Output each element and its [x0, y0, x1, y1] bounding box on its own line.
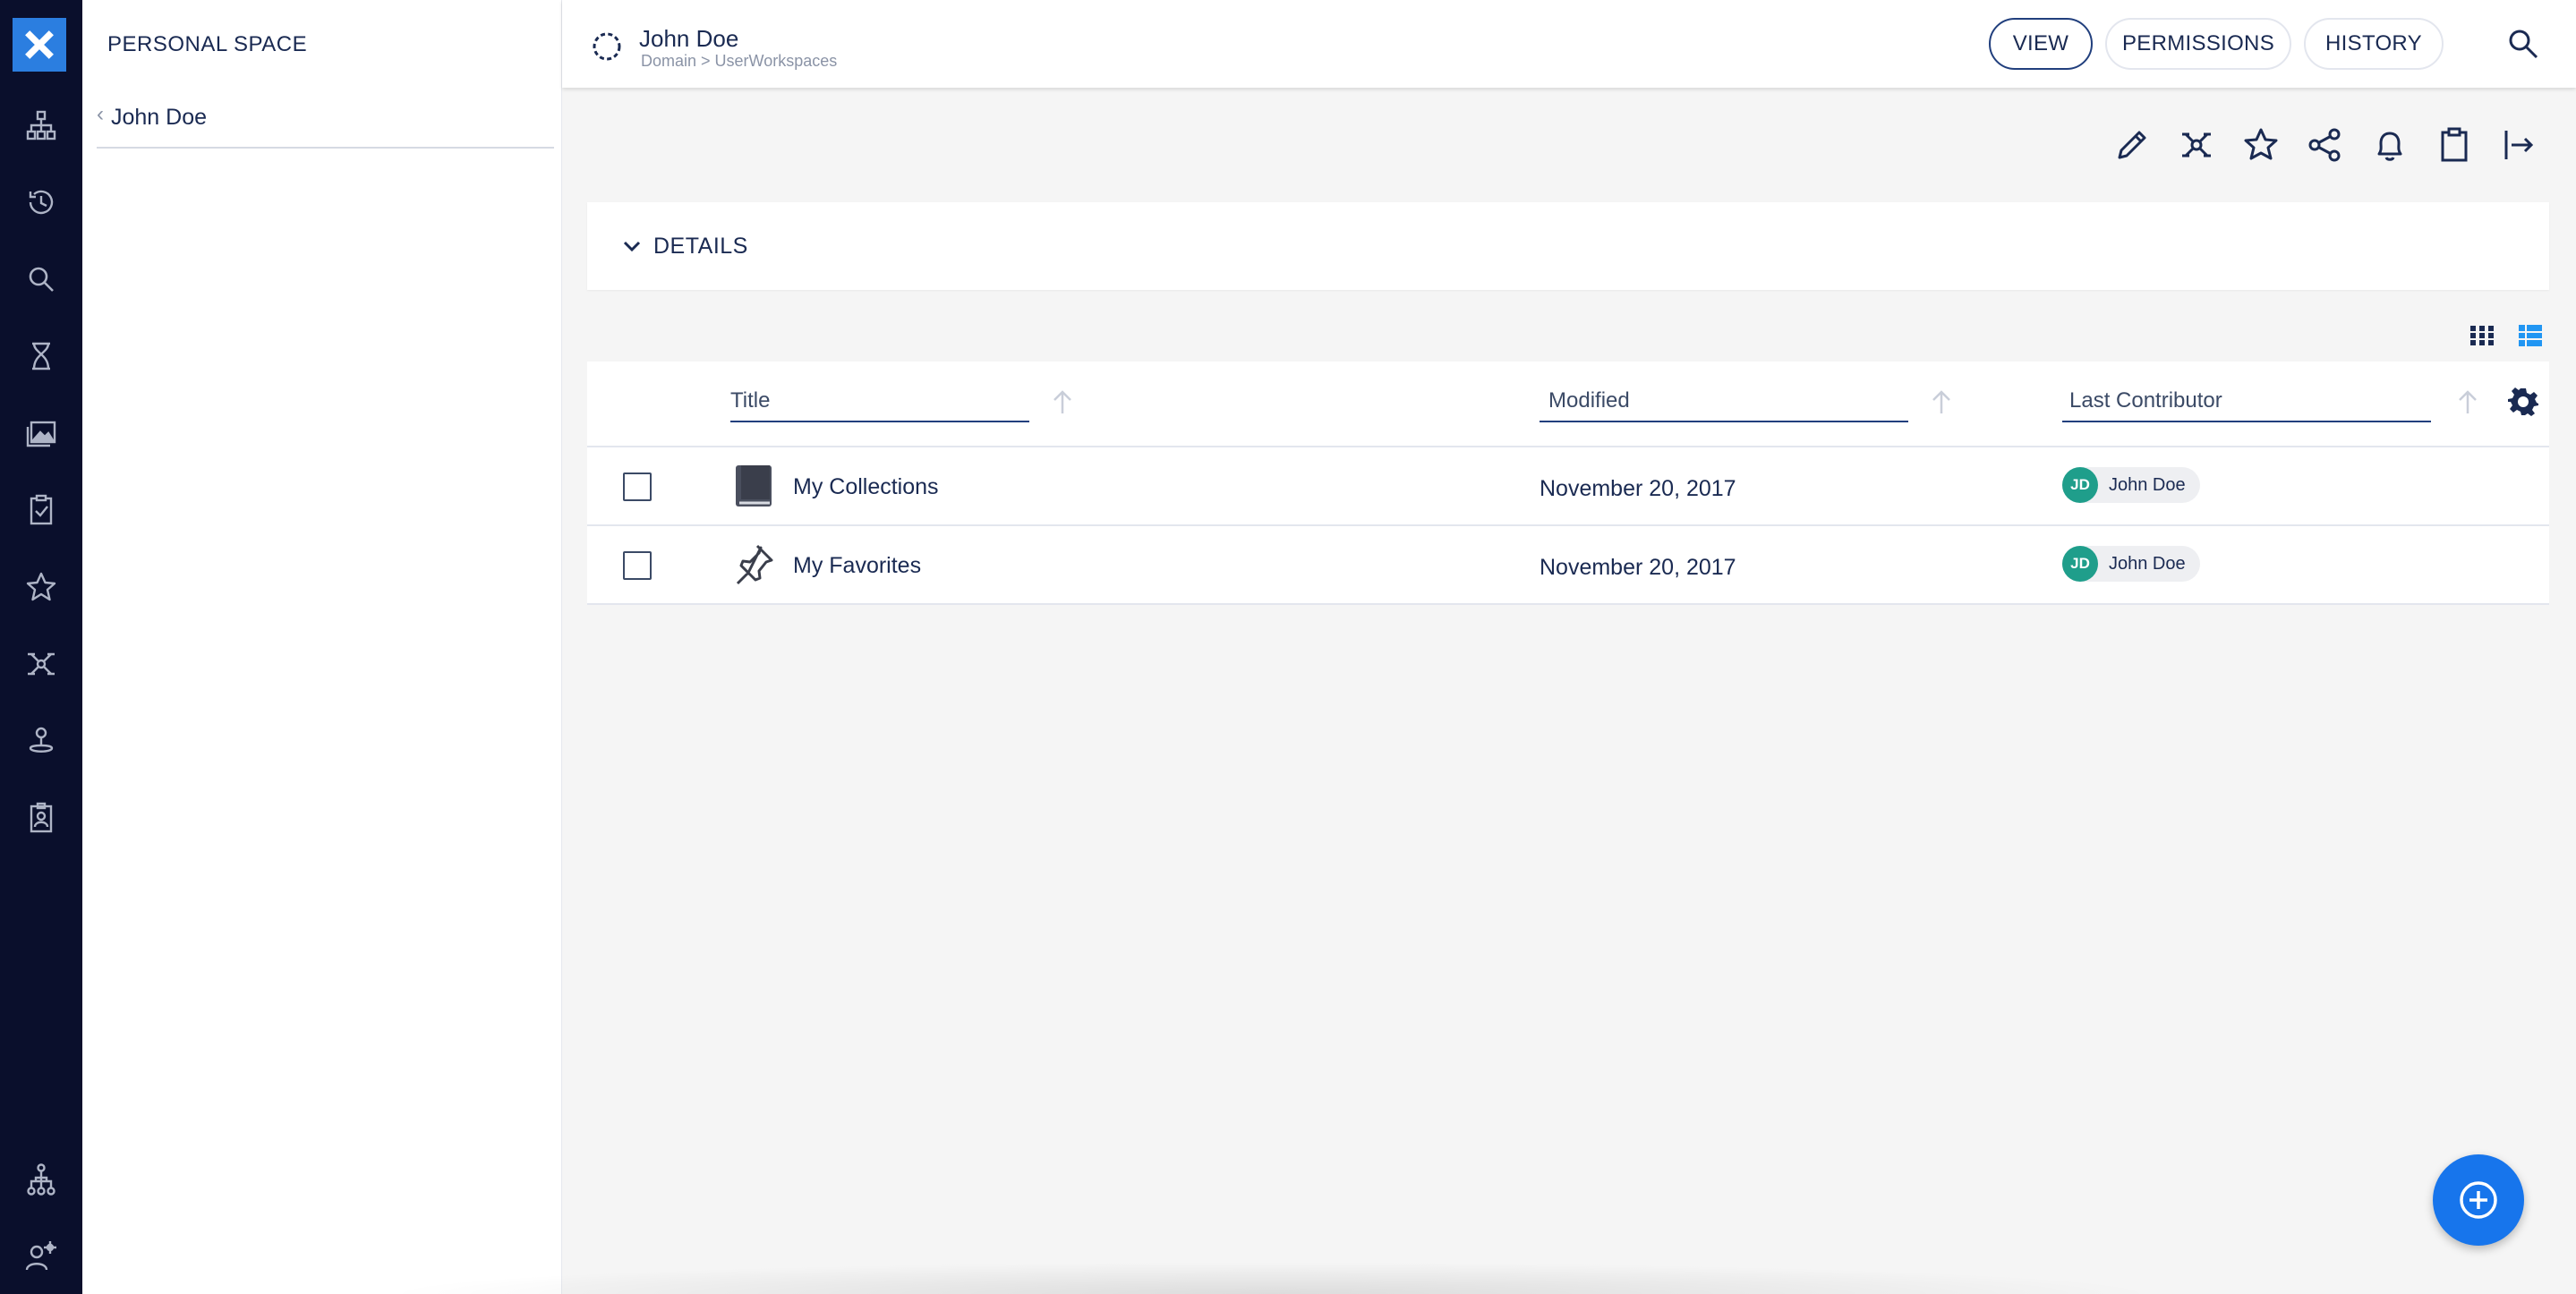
- bottom-shadow: [376, 1262, 2166, 1294]
- sort-arrow-up-icon[interactable]: [1926, 387, 1957, 417]
- chevron-left-icon: ‹: [97, 102, 104, 126]
- document-path: Domain > UserWorkspaces: [641, 52, 838, 70]
- gear-icon[interactable]: [2508, 387, 2538, 417]
- column-header-modified[interactable]: Modified: [1540, 388, 1908, 422]
- history-icon[interactable]: [13, 174, 70, 231]
- tab-view[interactable]: VIEW: [1989, 18, 2093, 70]
- row-title[interactable]: My Favorites: [793, 553, 921, 579]
- media-icon[interactable]: [13, 404, 70, 462]
- drawer-heading: PERSONAL SPACE: [107, 32, 308, 56]
- export-icon[interactable]: [2499, 125, 2538, 165]
- drawer-panel: PERSONAL SPACE ‹ John Doe: [82, 0, 562, 1294]
- contributor-name: John Doe: [2109, 474, 2186, 495]
- search-icon[interactable]: [2506, 27, 2540, 61]
- search-icon[interactable]: [13, 251, 70, 308]
- user-settings-icon[interactable]: [13, 1228, 70, 1285]
- list-view-icon[interactable]: [2517, 322, 2544, 349]
- create-document-button[interactable]: [2433, 1154, 2524, 1246]
- favorites-star-icon[interactable]: [13, 558, 70, 616]
- left-nav-rail: [0, 0, 82, 1294]
- contributor-chip[interactable]: JD John Doe: [2062, 467, 2200, 503]
- tasks-icon[interactable]: [13, 481, 70, 539]
- hierarchy-icon[interactable]: [13, 1151, 70, 1208]
- tab-history[interactable]: HISTORY: [2304, 18, 2444, 70]
- tab-permissions[interactable]: PERMISSIONS: [2105, 18, 2291, 70]
- profile-badge-icon[interactable]: [13, 789, 70, 847]
- plus-circle-icon: [2460, 1181, 2497, 1219]
- clipboard-user-icon[interactable]: [13, 712, 70, 770]
- row-modified-date: November 20, 2017: [1540, 476, 1736, 501]
- drawer-breadcrumb[interactable]: ‹ John Doe: [97, 104, 554, 149]
- column-header-last-contributor[interactable]: Last Contributor: [2062, 388, 2431, 422]
- documents-table: Title Modified Last Contributor My Colle…: [587, 362, 2549, 605]
- notification-bell-icon[interactable]: [2370, 125, 2410, 165]
- edit-pencil-icon[interactable]: [2112, 125, 2152, 165]
- avatar: JD: [2062, 546, 2098, 582]
- browse-tree-icon[interactable]: [13, 97, 70, 154]
- share-icon[interactable]: [2306, 125, 2345, 165]
- grid-view-icon[interactable]: [2469, 322, 2495, 349]
- avatar: JD: [2062, 467, 2098, 503]
- sort-arrow-up-icon[interactable]: [1047, 387, 1078, 417]
- row-title[interactable]: My Collections: [793, 474, 939, 500]
- contributor-name: John Doe: [2109, 553, 2186, 574]
- pin-icon: [736, 544, 773, 585]
- document-header: John Doe Domain > UserWorkspaces VIEW PE…: [562, 0, 2576, 88]
- details-label: DETAILS: [653, 233, 748, 259]
- workspace-icon: [593, 32, 621, 61]
- details-toggle[interactable]: DETAILS: [587, 202, 2549, 290]
- nuxeo-logo-icon[interactable]: [13, 18, 66, 72]
- page-title: John Doe: [639, 25, 739, 52]
- hourglass-icon[interactable]: [13, 328, 70, 385]
- table-row[interactable]: My Collections November 20, 2017 JD John…: [587, 447, 2549, 526]
- row-checkbox[interactable]: [623, 551, 652, 580]
- table-row[interactable]: My Favorites November 20, 2017 JD John D…: [587, 526, 2549, 605]
- chevron-down-icon: [623, 241, 641, 252]
- row-modified-date: November 20, 2017: [1540, 555, 1736, 580]
- column-header-title[interactable]: Title: [730, 388, 1029, 422]
- sort-arrow-up-icon[interactable]: [2452, 387, 2483, 417]
- collections-icon[interactable]: [13, 635, 70, 693]
- clipboard-icon[interactable]: [2435, 125, 2474, 165]
- book-icon: [736, 465, 772, 507]
- add-to-collection-icon[interactable]: [2177, 125, 2216, 165]
- contributor-chip[interactable]: JD John Doe: [2062, 546, 2200, 582]
- breadcrumb-label: John Doe: [111, 105, 208, 130]
- row-checkbox[interactable]: [623, 472, 652, 501]
- favorite-star-icon[interactable]: [2241, 125, 2281, 165]
- table-header: Title Modified Last Contributor: [587, 362, 2549, 447]
